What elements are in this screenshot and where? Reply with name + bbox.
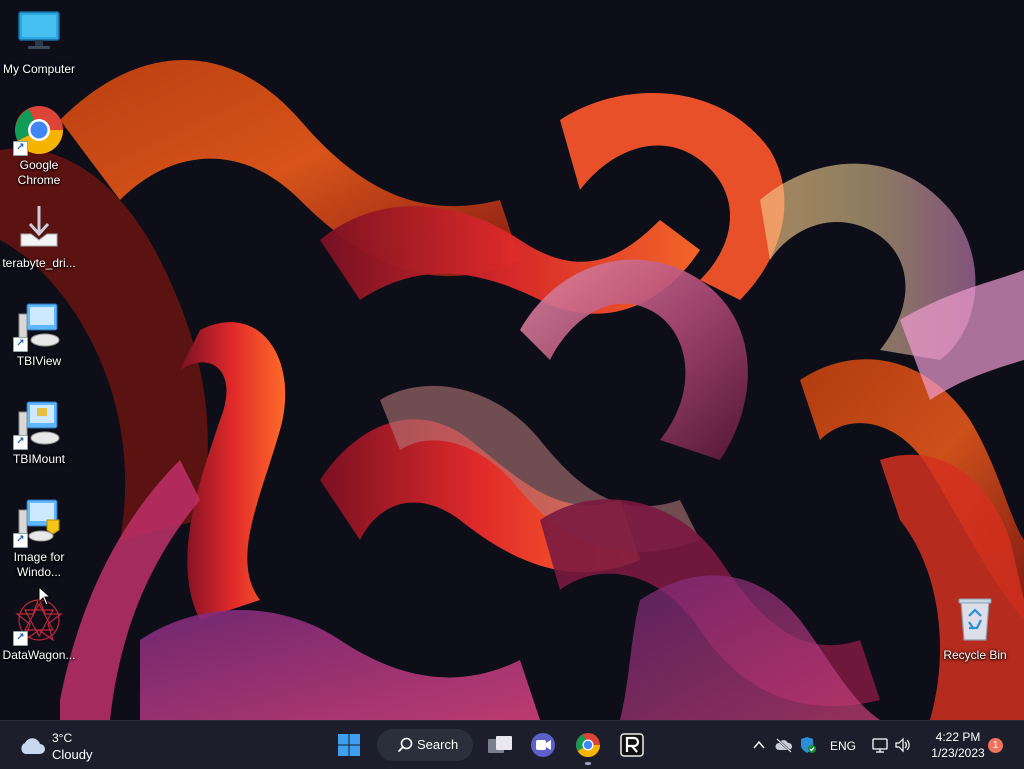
desktop-icon-label: TBIView <box>16 354 62 368</box>
r-app-button[interactable] <box>616 729 648 761</box>
security-shield-icon[interactable] <box>799 736 817 754</box>
tbimount-icon: ↗ <box>13 398 65 450</box>
r-app-icon <box>620 733 644 757</box>
image-for-windows-icon: ↗ <box>13 496 65 548</box>
task-view-button[interactable] <box>484 729 516 761</box>
mouse-cursor-icon <box>38 586 52 606</box>
shortcut-arrow-icon: ↗ <box>13 337 28 352</box>
recycle-bin-icon <box>949 594 1001 646</box>
desktop-icon-label: DataWagon... <box>2 648 76 662</box>
shortcut-arrow-icon: ↗ <box>13 533 28 548</box>
shortcut-arrow-icon: ↗ <box>13 631 28 646</box>
chrome-taskbar-button[interactable] <box>572 729 604 761</box>
desktop-icon-terabyte-drive[interactable]: terabyte_dri... <box>0 202 78 271</box>
chrome-icon <box>576 733 600 758</box>
windows-logo-icon <box>338 734 360 756</box>
network-icon[interactable] <box>871 736 889 754</box>
volume-icon[interactable] <box>894 736 912 754</box>
start-button[interactable] <box>333 729 365 761</box>
desktop-icon-label: Recycle Bin <box>943 648 1007 662</box>
desktop-icon-label: Google Chrome <box>17 158 61 187</box>
language-indicator[interactable]: ENG <box>830 739 856 753</box>
weather-widget[interactable]: 3°C Cloudy <box>16 730 126 762</box>
shortcut-arrow-icon: ↗ <box>13 141 28 156</box>
chrome-icon: ↗ <box>13 104 65 156</box>
monitor-icon <box>13 8 65 60</box>
chevron-up-icon[interactable] <box>752 738 766 752</box>
desktop-icon-my-computer[interactable]: My Computer <box>0 8 78 77</box>
desktop-icon-label: terabyte_dri... <box>2 256 76 270</box>
taskbar-search[interactable]: Search <box>377 729 473 761</box>
shortcut-arrow-icon: ↗ <box>13 435 28 450</box>
task-view-icon <box>488 736 512 753</box>
desktop-icon-tbiview[interactable]: ↗ TBIView <box>0 300 78 369</box>
onedrive-offline-icon[interactable] <box>775 737 793 753</box>
tbiview-icon: ↗ <box>13 300 65 352</box>
search-label: Search <box>417 737 459 752</box>
desktop-icon-label: My Computer <box>2 62 76 76</box>
desktop-icon-image-for-windows[interactable]: ↗ Image for Windo... <box>0 496 78 580</box>
meet-button[interactable] <box>527 729 559 761</box>
desktop-icon-tbimount[interactable]: ↗ TBIMount <box>0 398 78 467</box>
desktop-icon-label: TBIMount <box>12 452 66 466</box>
notification-badge[interactable]: 1 <box>988 738 1003 753</box>
clock-date: 1/23/2023 <box>931 746 985 760</box>
search-icon <box>397 737 413 753</box>
clock-time: 4:22 PM <box>935 730 981 744</box>
taskbar: 3°C Cloudy Search ENG 4:22 PM 1/23/2023 … <box>0 720 1024 769</box>
system-clock[interactable]: 4:22 PM 1/23/2023 <box>918 729 998 761</box>
weather-condition: Cloudy <box>52 747 93 762</box>
desktop-wallpaper <box>0 0 1024 720</box>
cloud-icon <box>21 738 45 754</box>
running-indicator <box>585 762 591 765</box>
desktop-icon-google-chrome[interactable]: ↗ Google Chrome <box>0 104 78 188</box>
video-camera-icon <box>531 733 555 757</box>
download-tray-icon <box>13 202 65 254</box>
desktop-icon-label: Image for Windo... <box>13 550 65 579</box>
weather-temperature: 3°C <box>52 731 73 745</box>
desktop-icon-recycle-bin[interactable]: Recycle Bin <box>936 594 1014 663</box>
